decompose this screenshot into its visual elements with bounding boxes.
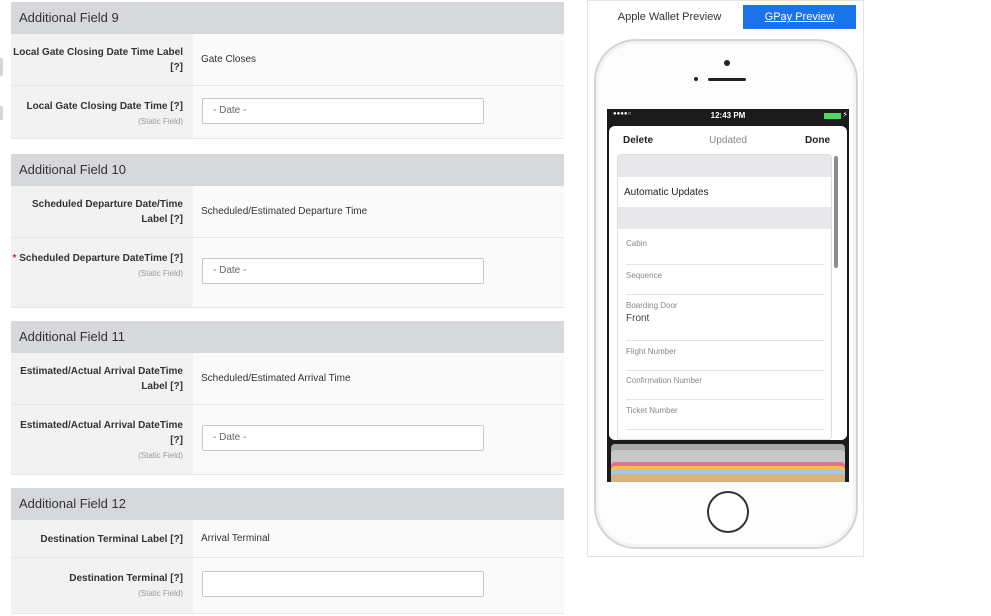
help-link[interactable]: [?] [170,101,183,112]
wallet-card-stack [611,444,845,482]
help-link[interactable]: [?] [170,214,183,225]
help-link[interactable]: [?] [170,435,183,446]
field-value: Scheduled/Estimated Arrival Time [201,373,351,384]
field-label: Local Gate Closing Date Time Label [?] [11,34,193,85]
charging-bolt-icon: ⚡ [842,110,848,119]
field-value: Scheduled/Estimated Departure Time [201,206,368,217]
phone-screen: ●●●●○ 12:43 PM ⚡ Delete Updated Done Aut… [607,109,849,482]
section-additional-field-12: Additional Field 12 Destination Terminal… [11,488,564,614]
list-item: Confirmation Number [626,376,824,400]
field-label: Estimated/Actual Arrival DateTime [?] (S… [11,405,193,474]
battery-icon [824,113,841,119]
help-link[interactable]: [?] [170,573,183,584]
section-title: Additional Field 10 [11,154,564,186]
field-label: Local Gate Closing Date Time [?] (Static… [11,86,193,138]
field-label: Destination Terminal Label [?] [11,520,193,557]
tab-apple-wallet-preview[interactable]: Apple Wallet Preview [596,5,743,29]
app-root: Additional Field 9 Local Gate Closing Da… [0,0,991,616]
list-item: Ticket Number [626,406,824,430]
section-title: Additional Field 11 [11,321,564,353]
preview-tabs: Apple Wallet Preview GPay Preview [596,5,858,29]
field-key: Confirmation Number [626,376,703,385]
form-row: Local Gate Closing Date Time [?] (Static… [11,86,564,139]
section-title: Additional Field 9 [11,2,564,34]
static-field-note: (Static Field) [138,117,183,126]
form-row: Estimated/Actual Arrival DateTime [?] (S… [11,405,564,475]
status-bar: ●●●●○ 12:43 PM ⚡ [607,109,849,123]
list-scrollbar[interactable] [834,156,838,268]
section-additional-field-10: Additional Field 10 Scheduled Departure … [11,154,564,308]
field-key: Sequence [626,271,663,280]
field-key: Cabin [626,239,647,248]
form-row: * Scheduled Departure DateTime [?] (Stat… [11,238,564,308]
form-row: Local Gate Closing Date Time Label [?] G… [11,34,564,86]
sheet-nav-bar: Delete Updated Done [609,126,847,154]
destination-terminal-input[interactable] [202,571,484,597]
help-link[interactable]: [?] [170,62,183,73]
phone-mockup: ●●●●○ 12:43 PM ⚡ Delete Updated Done Aut… [594,39,858,549]
field-key: Boarding Door [626,301,678,310]
scheduled-departure-date-input[interactable]: - Date - [202,258,484,284]
wallet-card [611,474,845,482]
tab-gpay-preview[interactable]: GPay Preview [743,5,856,29]
list-separator [618,155,831,177]
edge-marker [0,58,3,76]
field-label: Destination Terminal [?] (Static Field) [11,558,193,613]
form-row: Estimated/Actual Arrival DateTime Label … [11,353,564,405]
help-link[interactable]: [?] [170,534,183,545]
list-item: Sequence [626,271,824,295]
label-text: Scheduled Departure DateTime [19,253,168,264]
list-item: Boarding Door Front [626,301,824,341]
pass-details-sheet: Delete Updated Done Automatic Updates Ca… [609,126,847,440]
static-field-note: (Static Field) [138,269,183,278]
label-text: Destination Terminal [69,573,168,584]
arrival-date-input[interactable]: - Date - [202,425,484,451]
form-row: Scheduled Departure Date/Time Label [?] … [11,186,564,238]
label-text: Local Gate Closing Date Time [26,101,168,112]
label-text: Destination Terminal Label [40,534,168,545]
field-label: Scheduled Departure Date/Time Label [?] [11,186,193,237]
label-text: Estimated/Actual Arrival DateTime Label [20,366,183,392]
label-text: Local Gate Closing Date Time Label [13,47,183,58]
gate-closing-date-input[interactable]: - Date - [202,98,484,124]
list-item: Cabin [626,239,824,265]
front-camera-icon [724,60,730,66]
label-text: Scheduled Departure Date/Time Label [32,199,183,225]
form-row: Destination Terminal [?] (Static Field) [11,558,564,614]
section-additional-field-9: Additional Field 9 Local Gate Closing Da… [11,2,564,139]
home-button[interactable] [707,491,749,533]
list-item: Flight Number [626,347,824,371]
sensor-dot-icon [694,77,698,81]
static-field-note: (Static Field) [138,589,183,598]
form-row: Destination Terminal Label [?] Arrival T… [11,520,564,558]
field-label: * Scheduled Departure DateTime [?] (Stat… [11,238,193,307]
field-label: Estimated/Actual Arrival DateTime Label … [11,353,193,404]
automatic-updates-label: Automatic Updates [624,187,709,198]
earpiece-speaker [708,78,746,81]
field-value: Gate Closes [201,54,257,65]
left-edge-markers [0,0,4,616]
done-button[interactable]: Done [805,135,830,146]
field-value: Arrival Terminal [201,533,270,544]
help-link[interactable]: [?] [170,253,183,264]
pass-preview-panel: Apple Wallet Preview GPay Preview ●●●●○ … [587,0,864,557]
label-text: Estimated/Actual Arrival DateTime [20,420,183,431]
section-title: Additional Field 12 [11,488,564,520]
required-marker: * [12,253,17,264]
status-time: 12:43 PM [710,111,746,120]
static-field-note: (Static Field) [138,451,183,460]
section-additional-field-11: Additional Field 11 Estimated/Actual Arr… [11,321,564,475]
field-key: Ticket Number [626,406,678,415]
field-value: Front [626,313,650,324]
field-key: Flight Number [626,347,677,356]
list-separator [618,207,831,229]
pass-back-fields-list[interactable]: Automatic Updates Cabin Sequence Boardin… [617,154,832,440]
edge-marker [0,106,3,120]
help-link[interactable]: [?] [170,381,183,392]
